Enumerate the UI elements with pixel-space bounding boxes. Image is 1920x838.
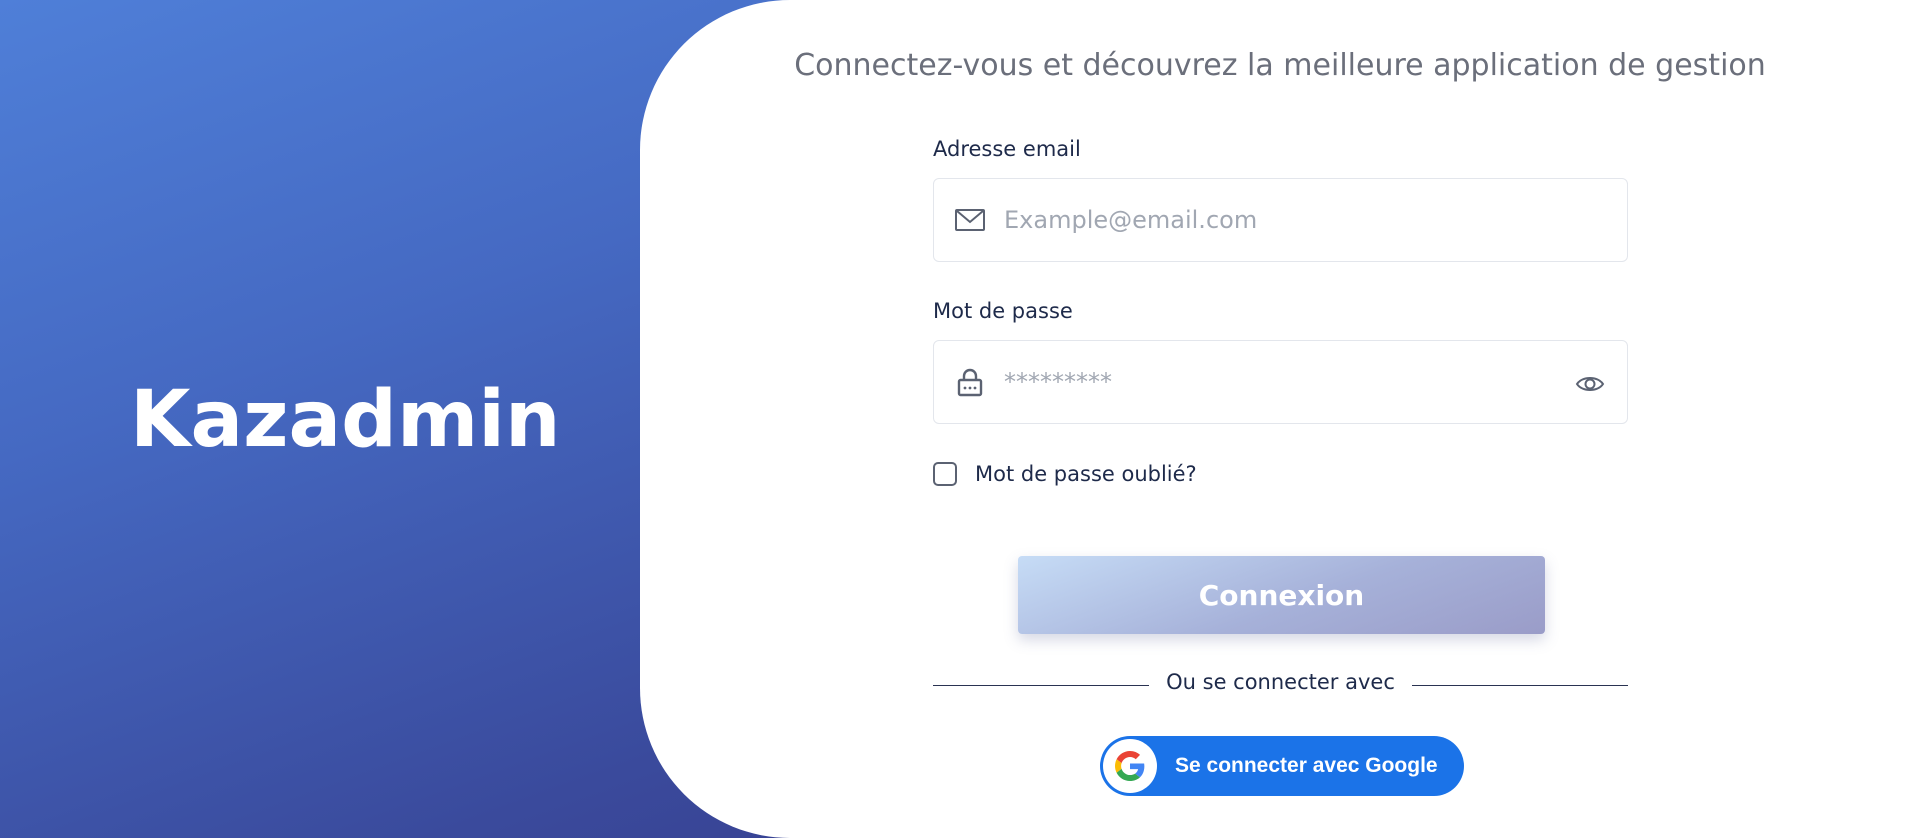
email-field[interactable] <box>933 178 1628 262</box>
forgot-password-option[interactable]: Mot de passe oublié? <box>933 462 1197 486</box>
password-field[interactable] <box>933 340 1628 424</box>
eye-icon[interactable] <box>1575 369 1605 399</box>
google-signin-label: Se connecter avec Google <box>1175 754 1438 777</box>
forgot-password-checkbox[interactable] <box>933 462 957 486</box>
page-tagline: Connectez-vous et découvrez la meilleure… <box>794 48 1766 83</box>
envelope-icon <box>954 204 986 236</box>
google-logo-icon <box>1103 739 1157 793</box>
divider-line-right <box>1412 685 1628 686</box>
brand-logo-text: Kazadmin <box>130 375 561 465</box>
lock-icon <box>954 366 986 398</box>
login-button[interactable]: Connexion <box>1018 556 1545 634</box>
alt-login-divider: Ou se connecter avec <box>933 670 1628 700</box>
email-label: Adresse email <box>933 137 1081 161</box>
forgot-password-label: Mot de passe oublié? <box>975 462 1197 486</box>
login-page: Kazadmin Connectez-vous et découvrez la … <box>0 0 1920 838</box>
password-label: Mot de passe <box>933 299 1073 323</box>
email-input[interactable] <box>1004 179 1544 261</box>
password-input[interactable] <box>1004 341 1544 423</box>
divider-text: Ou se connecter avec <box>1166 670 1395 694</box>
google-signin-button[interactable]: Se connecter avec Google <box>1100 736 1464 796</box>
